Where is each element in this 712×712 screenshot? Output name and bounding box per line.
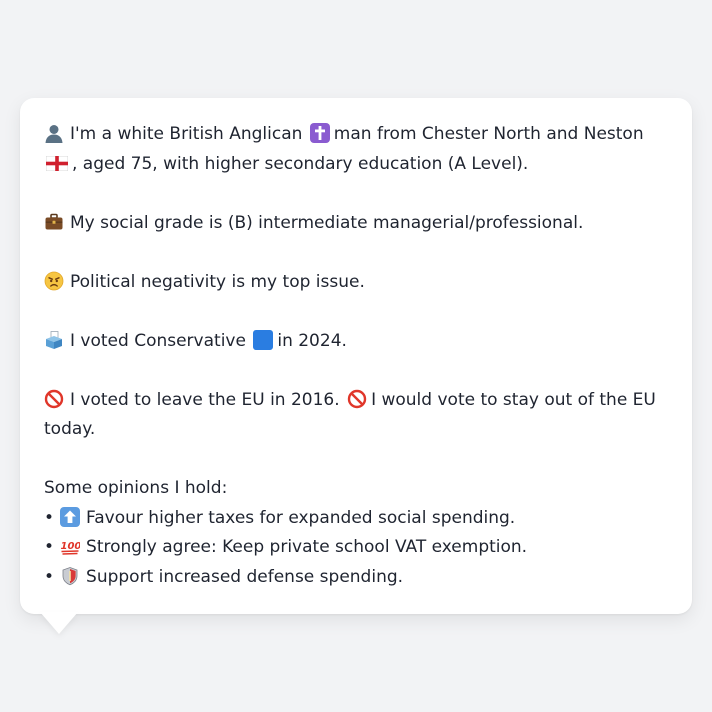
opinions-heading: Some opinions I hold:	[44, 478, 228, 498]
bullet: •	[44, 566, 55, 587]
intro-paragraph: I'm a white British Anglican man from Ch…	[44, 120, 668, 179]
vote-text-2: in 2024.	[277, 330, 347, 351]
angry-face-icon	[44, 271, 64, 291]
briefcase-icon	[44, 212, 64, 232]
vote-text-1: I voted Conservative	[70, 330, 246, 351]
eu-paragraph: I voted to leave the EU in 2016. I would…	[44, 386, 668, 445]
ballot-box-icon	[44, 330, 64, 350]
opinions-list: • Favour higher taxes for expanded socia…	[44, 504, 668, 593]
list-item: • Support increased defense spending.	[44, 563, 668, 593]
hundred-points-icon: 100	[60, 536, 80, 556]
social-grade-text: My social grade is (B) intermediate mana…	[70, 212, 584, 233]
opinion-text: Favour higher taxes for expanded social …	[86, 507, 516, 528]
speech-bubble-tail	[40, 612, 78, 634]
up-arrow-icon	[60, 506, 81, 527]
prohibited-icon	[347, 389, 367, 409]
top-issue-text: Political negativity is my top issue.	[70, 271, 365, 292]
england-flag-icon	[46, 155, 68, 171]
persona-card: I'm a white British Anglican man from Ch…	[20, 98, 692, 614]
social-grade-paragraph: My social grade is (B) intermediate mana…	[44, 209, 668, 239]
latin-cross-icon	[309, 123, 330, 143]
shield-icon	[60, 566, 80, 586]
intro-text-3: , aged 75, with higher secondary educati…	[72, 153, 529, 174]
opinion-text: Strongly agree: Keep private school VAT …	[86, 537, 528, 557]
list-item: • 100 Strongly agree: Keep private schoo…	[44, 533, 668, 563]
eu-text-1: I voted to leave the EU in 2016.	[70, 389, 340, 410]
intro-text-1: I'm a white British Anglican	[70, 124, 303, 144]
blue-square-icon	[253, 329, 274, 350]
opinion-text: Support increased defense spending.	[86, 566, 404, 587]
list-item: • Favour higher taxes for expanded socia…	[44, 504, 668, 534]
vote-paragraph: I voted Conservative in 2024.	[44, 327, 668, 357]
top-issue-paragraph: Political negativity is my top issue.	[44, 268, 668, 298]
bullet: •	[44, 537, 55, 557]
bullet: •	[44, 507, 55, 528]
intro-text-2: man from Chester North and Neston	[333, 124, 644, 144]
prohibited-icon	[44, 389, 64, 409]
person-silhouette-icon	[44, 123, 64, 143]
